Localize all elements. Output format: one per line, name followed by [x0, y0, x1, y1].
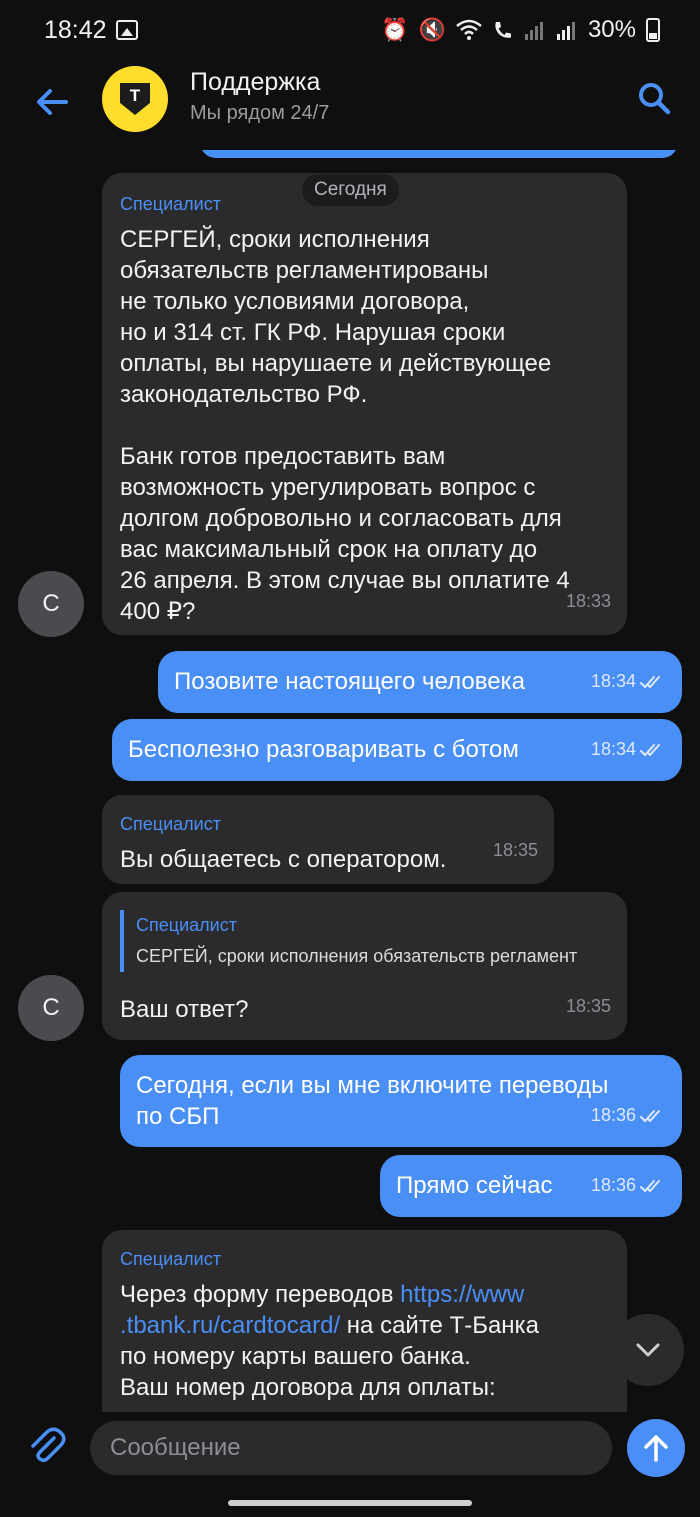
status-icons: ⏰ 🔇 30%: [381, 16, 660, 44]
message-time: 18:34: [590, 739, 636, 759]
message-time: 18:36: [590, 1105, 636, 1125]
battery-percent: 30%: [587, 16, 636, 43]
battery-icon: [646, 18, 660, 42]
search-icon[interactable]: [636, 80, 672, 116]
mute-icon: 🔇: [418, 17, 446, 42]
double-check-icon: [640, 743, 660, 756]
incoming-message[interactable]: Специалист Вы общаетесь с оператором. 18…: [102, 795, 554, 884]
incoming-message[interactable]: Специалист СЕРГЕЙ, сроки исполнения обяз…: [102, 173, 627, 635]
gallery-icon: [116, 20, 138, 40]
status-bar: 18:42 ⏰ 🔇 30%: [0, 0, 700, 60]
signal-icon-2: [556, 22, 575, 40]
avatar[interactable]: С: [18, 571, 84, 637]
chevron-down-icon: [636, 1343, 660, 1357]
attach-paperclip-icon[interactable]: [26, 1426, 66, 1466]
quote-sender: Специалист: [136, 915, 237, 935]
double-check-icon: [640, 675, 660, 688]
outgoing-message[interactable]: Прямо сейчас 18:36: [380, 1155, 682, 1217]
message-time: 18:35: [492, 840, 538, 860]
outgoing-message[interactable]: Позовите настоящего человека 18:34: [158, 651, 682, 713]
avatar[interactable]: С: [18, 975, 84, 1041]
shield-logo-icon: Т: [120, 83, 150, 115]
signal-icon: [524, 22, 543, 40]
message-input[interactable]: [90, 1421, 612, 1475]
status-time: 18:42: [44, 16, 107, 44]
outgoing-message[interactable]: Бесполезно разговаривать с ботом 18:34: [112, 719, 682, 781]
message-meta: 18:34: [591, 666, 666, 697]
scroll-down-button[interactable]: [612, 1314, 684, 1386]
message-time: 18:35: [565, 996, 611, 1016]
quote-text: СЕРГЕЙ, сроки исполнения обязательств ре…: [136, 946, 578, 966]
wifi-call-icon: [495, 22, 511, 38]
incoming-message[interactable]: Специалист СЕРГЕЙ, сроки исполнения обяз…: [102, 892, 627, 1040]
arrow-up-icon: [644, 1435, 668, 1462]
message-text: Через форму переводов https://www .tbank…: [120, 1281, 539, 1401]
message-time: 18:34: [590, 671, 636, 691]
message-meta: 18:36: [591, 1170, 666, 1201]
outgoing-message[interactable]: Сегодня, если вы мне включите переводы п…: [120, 1055, 682, 1147]
message-text: СЕРГЕЙ, сроки исполнения обязательств ре…: [120, 226, 570, 625]
double-check-icon: [640, 1109, 660, 1122]
quoted-message[interactable]: Специалист СЕРГЕЙ, сроки исполнения обяз…: [120, 910, 609, 972]
chat-title[interactable]: Поддержка: [190, 68, 320, 97]
wifi-icon: [456, 19, 482, 40]
message-sender: Специалист: [120, 814, 221, 834]
message-time: 18:33: [565, 591, 611, 611]
home-indicator[interactable]: [228, 1500, 472, 1506]
message-text: Сегодня, если вы мне включите переводы п…: [136, 1072, 609, 1130]
message-text: Вы общаетесь с оператором.: [120, 846, 447, 873]
message-list[interactable]: Сегодня Специалист СЕРГЕЙ, сроки исполне…: [0, 150, 700, 1412]
message-text: Ваш ответ?: [120, 996, 249, 1023]
bank-logo-avatar[interactable]: Т: [102, 66, 168, 132]
incoming-message[interactable]: Специалист Через форму переводов https:/…: [102, 1230, 627, 1412]
alarm-icon: ⏰: [381, 17, 409, 42]
composer-bar: [0, 1412, 700, 1517]
message-meta: 18:34: [591, 734, 666, 765]
previous-message-edge: [200, 150, 678, 158]
message-sender: Специалист: [120, 1249, 221, 1269]
date-separator: Сегодня: [302, 174, 399, 206]
double-check-icon: [640, 1179, 660, 1192]
back-arrow-icon[interactable]: [30, 80, 74, 124]
message-time: 18:36: [590, 1175, 636, 1195]
send-button[interactable]: [627, 1419, 685, 1477]
message-meta: 18:36: [591, 1100, 666, 1131]
chat-subtitle: Мы рядом 24/7: [190, 102, 330, 124]
chat-header: Т Поддержка Мы рядом 24/7: [0, 60, 700, 150]
